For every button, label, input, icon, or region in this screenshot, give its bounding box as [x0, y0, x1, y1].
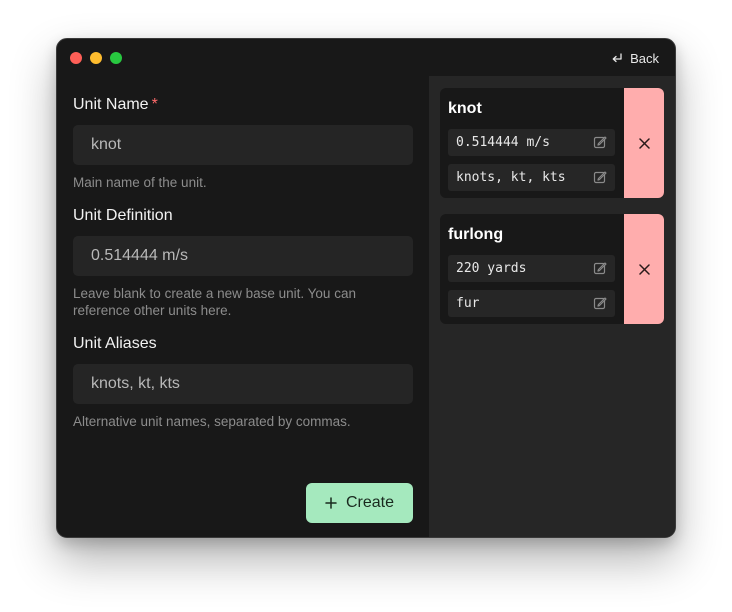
- unit-name-input[interactable]: [73, 125, 413, 165]
- back-button[interactable]: Back: [611, 48, 659, 68]
- unit-form: Unit Name* Main name of the unit. Unit D…: [73, 95, 413, 430]
- edit-icon[interactable]: [593, 170, 607, 184]
- unit-card-body: knot 0.514444 m/s knots, kt, kts: [440, 88, 624, 198]
- unit-list-panel: knot 0.514444 m/s knots, kt, kts furlong…: [429, 76, 675, 537]
- unit-name-help: Main name of the unit.: [73, 175, 207, 190]
- unit-definition-label: Unit Definition: [73, 207, 173, 224]
- back-label: Back: [630, 50, 659, 66]
- return-arrow-icon: [612, 53, 622, 63]
- unit-definition-input[interactable]: [73, 236, 413, 276]
- unit-definition-field[interactable]: 0.514444 m/s: [448, 129, 615, 156]
- delete-unit-button[interactable]: [624, 214, 664, 324]
- close-icon: [638, 137, 650, 149]
- unit-aliases-value: fur: [456, 296, 480, 311]
- unit-card-body: furlong 220 yards fur: [440, 214, 624, 324]
- unit-name-label: Unit Name *: [73, 95, 413, 115]
- unit-definition-field[interactable]: 220 yards: [448, 255, 615, 282]
- unit-card: knot 0.514444 m/s knots, kt, kts: [440, 88, 664, 198]
- edit-icon[interactable]: [593, 296, 607, 310]
- plus-icon: [325, 497, 337, 509]
- create-button[interactable]: Create: [306, 483, 413, 523]
- unit-card: furlong 220 yards fur: [440, 214, 664, 324]
- unit-name-label-text: Unit Name: [73, 96, 149, 113]
- unit-definition-value: 0.514444 m/s: [456, 135, 550, 150]
- unit-definition-value: 220 yards: [456, 261, 527, 276]
- close-window-button[interactable]: [70, 52, 82, 64]
- close-icon: [638, 263, 650, 275]
- unit-aliases-input[interactable]: [73, 364, 413, 404]
- app-window: Back Unit Name* Main name of the unit. U…: [56, 38, 676, 538]
- minimize-window-button[interactable]: [90, 52, 102, 64]
- delete-unit-button[interactable]: [624, 88, 664, 198]
- window-controls: [70, 52, 122, 64]
- edit-icon[interactable]: [593, 261, 607, 275]
- unit-aliases-help: Alternative unit names, separated by com…: [73, 414, 351, 429]
- unit-aliases-label: Unit Aliases: [73, 335, 157, 352]
- edit-icon[interactable]: [593, 135, 607, 149]
- required-mark: *: [151, 96, 158, 113]
- unit-aliases-value: knots, kt, kts: [456, 170, 566, 185]
- unit-aliases-field[interactable]: knots, kt, kts: [448, 164, 615, 191]
- zoom-window-button[interactable]: [110, 52, 122, 64]
- unit-aliases-field[interactable]: fur: [448, 290, 615, 317]
- unit-card-title: knot: [448, 100, 482, 117]
- unit-card-title: furlong: [448, 226, 504, 243]
- create-label: Create: [345, 494, 395, 511]
- unit-definition-help: Leave blank to create a new base unit. Y…: [73, 286, 356, 318]
